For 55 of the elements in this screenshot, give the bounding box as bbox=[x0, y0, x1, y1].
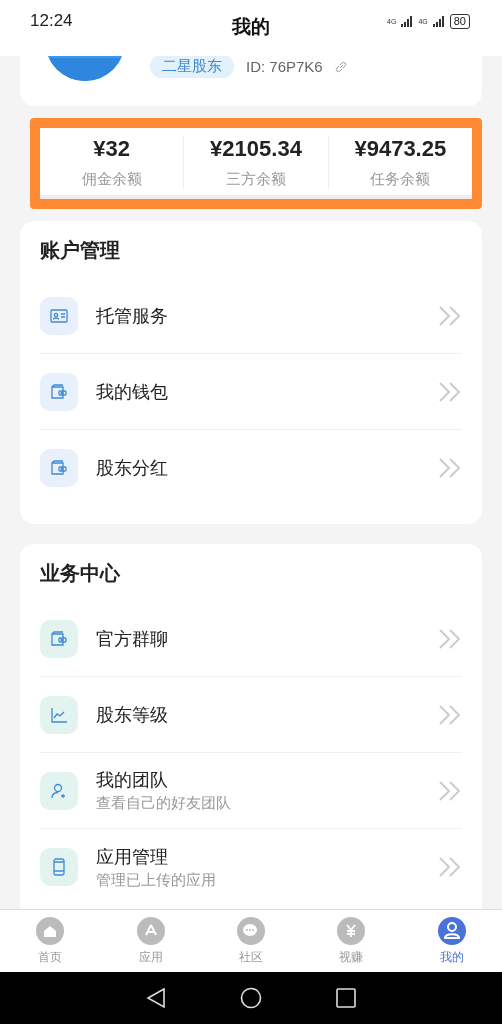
link-icon[interactable] bbox=[334, 60, 347, 73]
menu-item[interactable]: 应用管理 管理已上传的应用 bbox=[40, 829, 462, 905]
balance-amount: ¥2105.34 bbox=[210, 136, 302, 162]
menu-subtitle: 管理已上传的应用 bbox=[96, 870, 217, 890]
signal-icon bbox=[401, 15, 414, 27]
tab[interactable]: 我的 bbox=[401, 910, 502, 972]
double-chevron-icon bbox=[438, 304, 462, 327]
menu-item[interactable]: 我的钱包 bbox=[40, 354, 462, 430]
balance-label: 三方余额 bbox=[226, 170, 286, 189]
signal-icon bbox=[432, 15, 445, 27]
double-chevron-icon bbox=[438, 627, 462, 650]
wallet-icon bbox=[50, 629, 68, 648]
member-badge: 二星股东 bbox=[150, 56, 234, 78]
menu-label: 托管服务 bbox=[96, 304, 169, 328]
double-chevron-icon bbox=[438, 856, 462, 878]
tab-label: 社区 bbox=[239, 948, 263, 966]
tab-label: 首页 bbox=[38, 948, 63, 966]
menu-label: 官方群聊 bbox=[96, 627, 169, 651]
back-icon[interactable] bbox=[146, 987, 166, 1009]
menu-label: 我的钱包 bbox=[96, 380, 169, 404]
section-title: 账户管理 bbox=[40, 238, 121, 263]
menu-label: 应用管理 bbox=[96, 845, 169, 869]
home-icon[interactable] bbox=[240, 987, 262, 1009]
double-chevron-icon bbox=[438, 779, 462, 802]
balance-label: 佣金余额 bbox=[81, 170, 142, 189]
id-card-icon bbox=[50, 306, 68, 325]
double-chevron-icon bbox=[438, 703, 462, 726]
menu-item[interactable]: 我的团队 查看自己的好友团队 bbox=[40, 753, 462, 829]
double-chevron-icon bbox=[438, 380, 462, 403]
phone-icon bbox=[50, 858, 68, 876]
tab-label: 视赚 bbox=[339, 948, 364, 966]
menu-subtitle: 查看自己的好友团队 bbox=[96, 794, 232, 813]
menu-label: 股东等级 bbox=[96, 703, 169, 727]
battery-level: 80 bbox=[449, 13, 470, 29]
balance-label: 任务余额 bbox=[370, 170, 431, 189]
menu-item[interactable]: 托管服务 bbox=[40, 278, 462, 354]
menu-label: 股东分红 bbox=[96, 457, 169, 480]
wallet-icon bbox=[50, 459, 68, 477]
menu-item[interactable]: 股东等级 bbox=[40, 677, 462, 753]
section-title: 业务中心 bbox=[40, 561, 121, 586]
user-add-icon bbox=[50, 781, 68, 800]
double-chevron-icon bbox=[438, 457, 462, 479]
tab-label: 我的 bbox=[439, 948, 464, 966]
menu-label: 我的团队 bbox=[96, 769, 169, 792]
status-time: 12:24 bbox=[30, 11, 73, 31]
balance-amount: ¥32 bbox=[93, 136, 130, 162]
recents-icon[interactable] bbox=[336, 988, 356, 1008]
wallet-icon bbox=[50, 382, 68, 401]
menu-item[interactable]: 股东分红 bbox=[40, 430, 462, 506]
user-id: ID: 76P7K6 bbox=[246, 58, 323, 75]
menu-item[interactable]: 官方群聊 bbox=[40, 601, 462, 677]
line-chart-icon bbox=[50, 705, 68, 724]
page-title: 我的 bbox=[232, 15, 270, 39]
tab-label: 应用 bbox=[138, 948, 163, 966]
balance-amount: ¥9473.25 bbox=[354, 136, 447, 162]
